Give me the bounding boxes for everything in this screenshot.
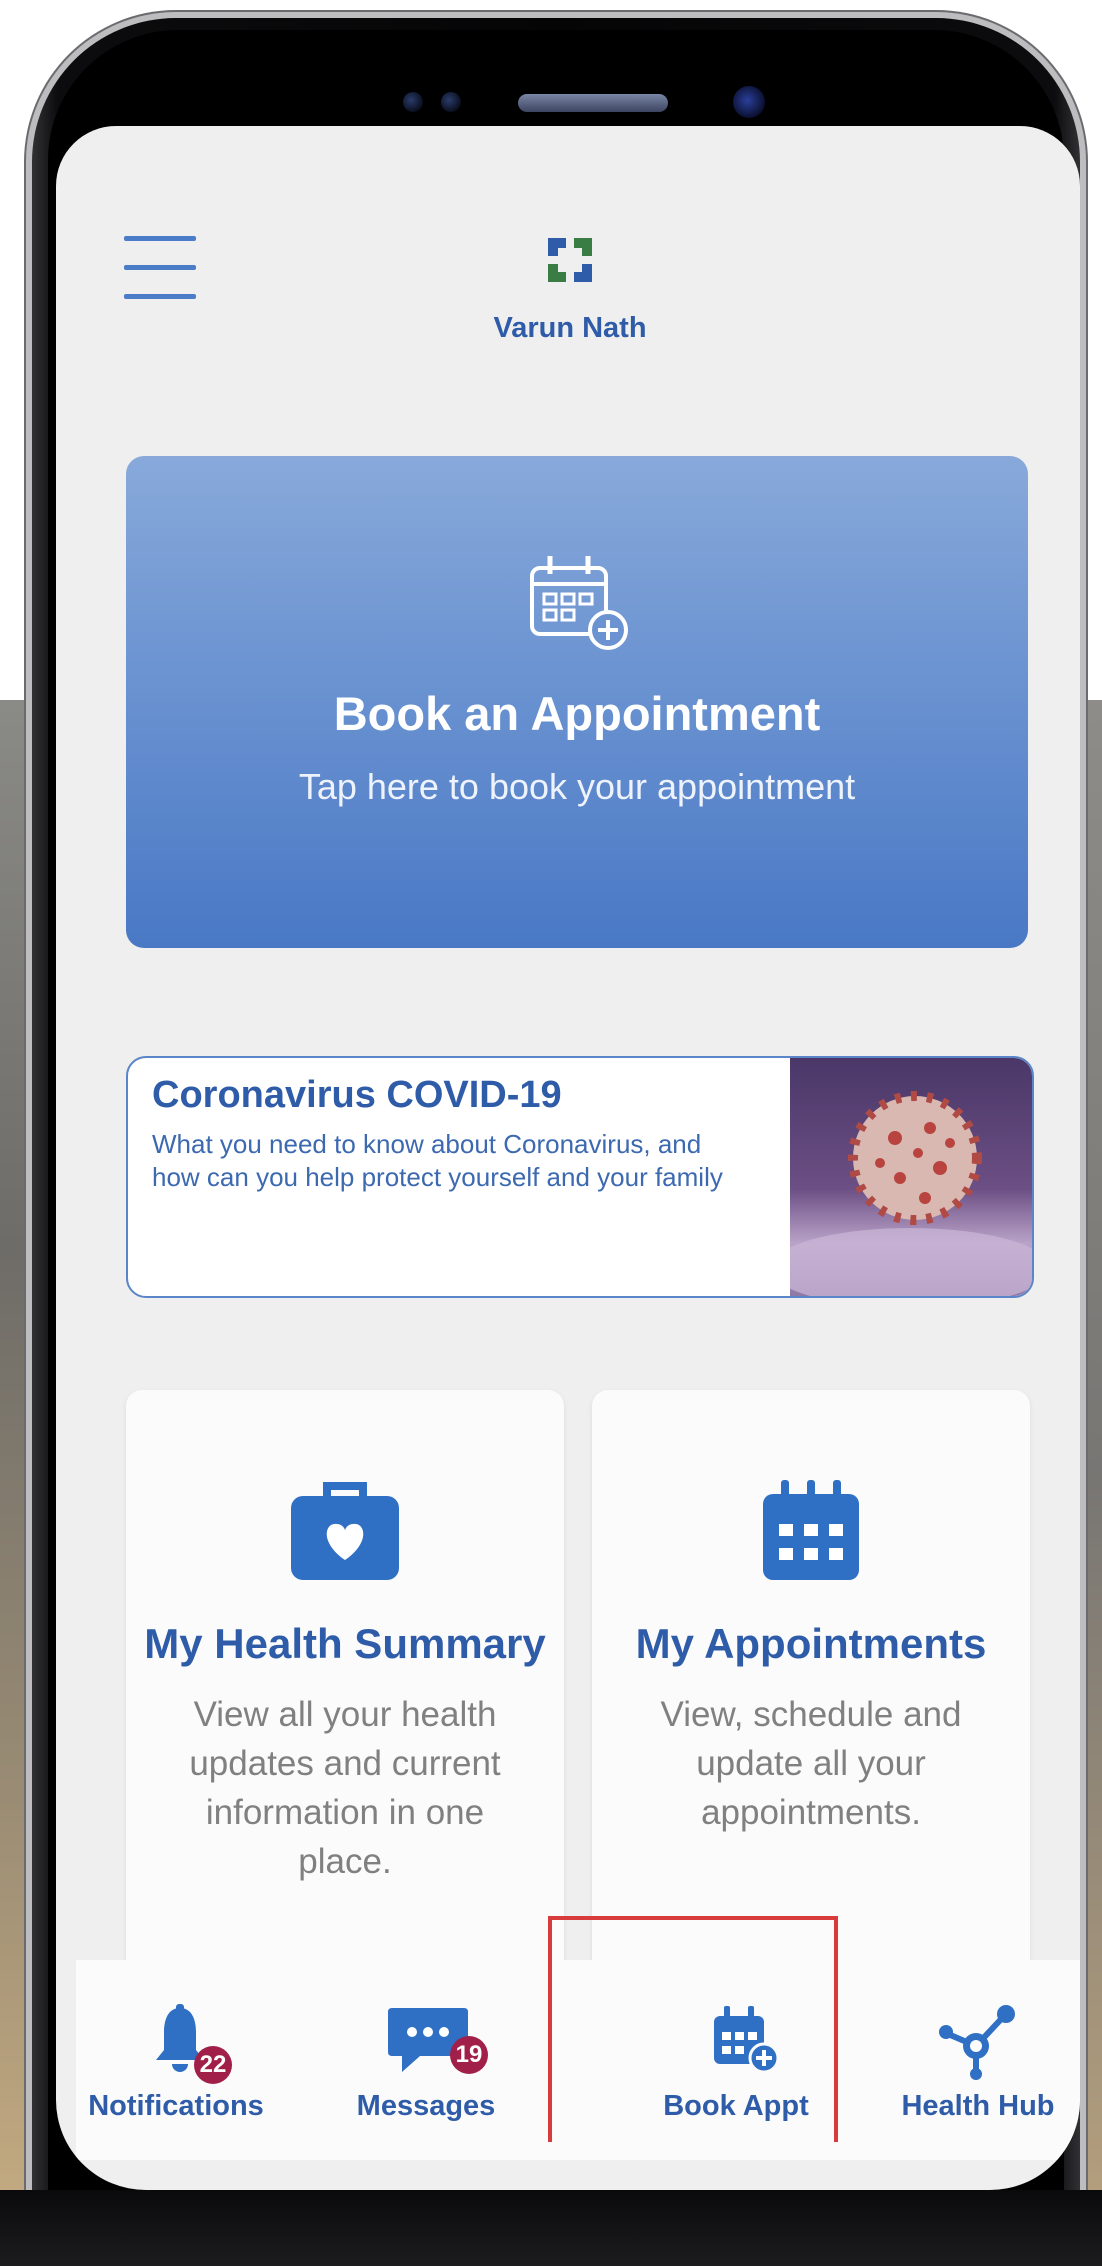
phone-bottom-bezel — [0, 2190, 1102, 2266]
calendar-plus-icon — [714, 2006, 780, 2074]
menu-icon[interactable] — [124, 236, 196, 300]
calendar-icon — [763, 1480, 859, 1580]
virus-image — [770, 1058, 1032, 1296]
nav-notifications[interactable]: 22 Notifications — [76, 1960, 276, 2160]
front-camera — [733, 86, 765, 118]
nav-book-appt[interactable]: Book Appt — [606, 1960, 866, 2160]
app-screen: Varun Nath Book an Appointment Tap here … — [56, 126, 1080, 2190]
nav-health-hub[interactable]: Health Hub — [876, 1960, 1080, 2160]
health-summary-description: View all your health updates and current… — [189, 1695, 501, 1881]
top-bar: Varun Nath — [56, 126, 1080, 386]
messages-badge: 19 — [450, 2036, 488, 2074]
bottom-nav: 22 Notifications 19 Messages Book Appt H… — [76, 1960, 1080, 2160]
app-logo — [548, 238, 592, 282]
virus-illustration — [770, 1091, 1032, 1296]
appointments-title: My Appointments — [635, 1620, 987, 1667]
health-summary-title: My Health Summary — [144, 1620, 546, 1667]
earpiece-speaker — [518, 94, 668, 112]
appointments-description: View, schedule and update all your appoi… — [660, 1695, 962, 1832]
nav-health-hub-label: Health Hub — [901, 2090, 1055, 2122]
book-appointment-card[interactable]: Book an Appointment Tap here to book you… — [126, 456, 1028, 948]
sensor-dot — [441, 92, 461, 112]
covid-banner[interactable]: Coronavirus COVID-19 What you need to kn… — [126, 1056, 1034, 1298]
calendar-plus-icon — [530, 556, 628, 650]
covid-title: Coronavirus COVID-19 — [152, 1074, 562, 1116]
user-name: Varun Nath — [493, 312, 647, 344]
appointments-tile[interactable]: My Appointments View, schedule and updat… — [592, 1390, 1030, 2030]
nav-messages-label: Messages — [356, 2090, 496, 2122]
book-card-title: Book an Appointment — [333, 687, 821, 740]
sensor-row — [48, 82, 1064, 122]
nav-notifications-label: Notifications — [88, 2090, 264, 2122]
nav-book-appt-label: Book Appt — [663, 2090, 809, 2122]
notifications-badge: 22 — [194, 2046, 232, 2084]
covid-description: What you need to know about Coronavirus,… — [152, 1129, 723, 1192]
nav-messages[interactable]: 19 Messages — [326, 1960, 526, 2160]
medical-bag-icon — [291, 1482, 399, 1580]
sensor-dot — [403, 92, 423, 112]
book-card-subtitle: Tap here to book your appointment — [298, 766, 856, 807]
health-summary-tile[interactable]: My Health Summary View all your health u… — [126, 1390, 564, 2030]
hub-icon — [939, 2005, 1015, 2080]
